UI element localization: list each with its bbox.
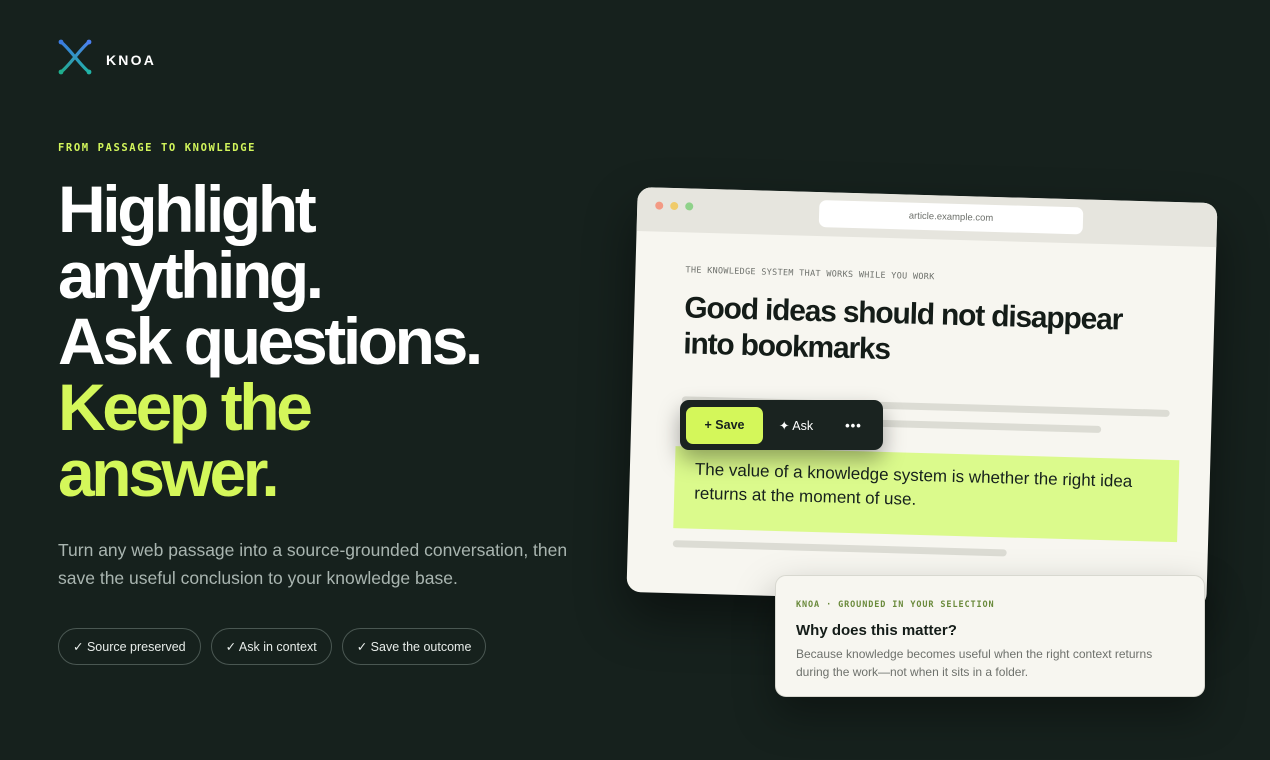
browser-toolbar: article.example.com xyxy=(636,186,1218,248)
ask-button[interactable]: ✦ Ask xyxy=(779,418,813,433)
hero-subtitle: Turn any web passage into a source-groun… xyxy=(58,540,568,588)
hero-eyebrow: FROM PASSAGE TO KNOWLEDGE xyxy=(58,142,257,154)
chip-source-preserved: ✓ Source preserved xyxy=(58,628,201,665)
chip-save-the-outcome: ✓ Save the outcome xyxy=(341,628,487,665)
headline-line: Highlight xyxy=(58,172,317,246)
save-button[interactable]: + Save xyxy=(686,406,763,444)
knoa-x-logo-icon xyxy=(58,39,92,80)
browser-mockup: article.example.com THE KNOWLEDGE SYSTEM… xyxy=(626,186,1218,609)
text-placeholder-line xyxy=(672,540,1007,557)
feature-chips: ✓ Source preserved ✓ Ask in context ✓ Sa… xyxy=(58,628,487,665)
headline-line: Ask questions. xyxy=(58,304,483,378)
article-kicker: THE KNOWLEDGE SYSTEM THAT WORKS WHILE YO… xyxy=(685,265,935,283)
highlighted-passage[interactable]: The value of a knowledge system is wheth… xyxy=(673,446,1180,543)
answer-card-question: Why does this matter? xyxy=(796,622,957,639)
chip-ask-in-context: ✓ Ask in context xyxy=(210,628,332,665)
answer-card-answer: Because knowledge becomes useful when th… xyxy=(796,647,1153,679)
selection-toolbar: + Save ✦ Ask ••• xyxy=(680,400,883,450)
brand-name: KNOA xyxy=(106,51,157,68)
answer-card-kicker: KNOA · GROUNDED IN YOUR SELECTION xyxy=(796,600,995,610)
highlighted-text: The value of a knowledge system is wheth… xyxy=(693,459,1133,509)
address-bar[interactable]: article.example.com xyxy=(818,200,1084,235)
article-title: Good ideas should not disappear into boo… xyxy=(682,291,1123,367)
headline-line: anything. xyxy=(58,238,324,312)
more-options-button[interactable]: ••• xyxy=(845,418,862,433)
headline-accent-line: Keep the xyxy=(58,370,313,444)
window-minimize-dot xyxy=(670,201,679,211)
window-maximize-dot xyxy=(685,202,694,211)
window-close-dot xyxy=(655,201,664,210)
hero-headline: Highlight anything. Ask questions. Keep … xyxy=(58,172,483,510)
headline-accent-line: answer. xyxy=(58,436,280,510)
answer-card: KNOA · GROUNDED IN YOUR SELECTION Why do… xyxy=(775,575,1205,697)
brand-logo[interactable]: KNOA xyxy=(58,39,156,80)
